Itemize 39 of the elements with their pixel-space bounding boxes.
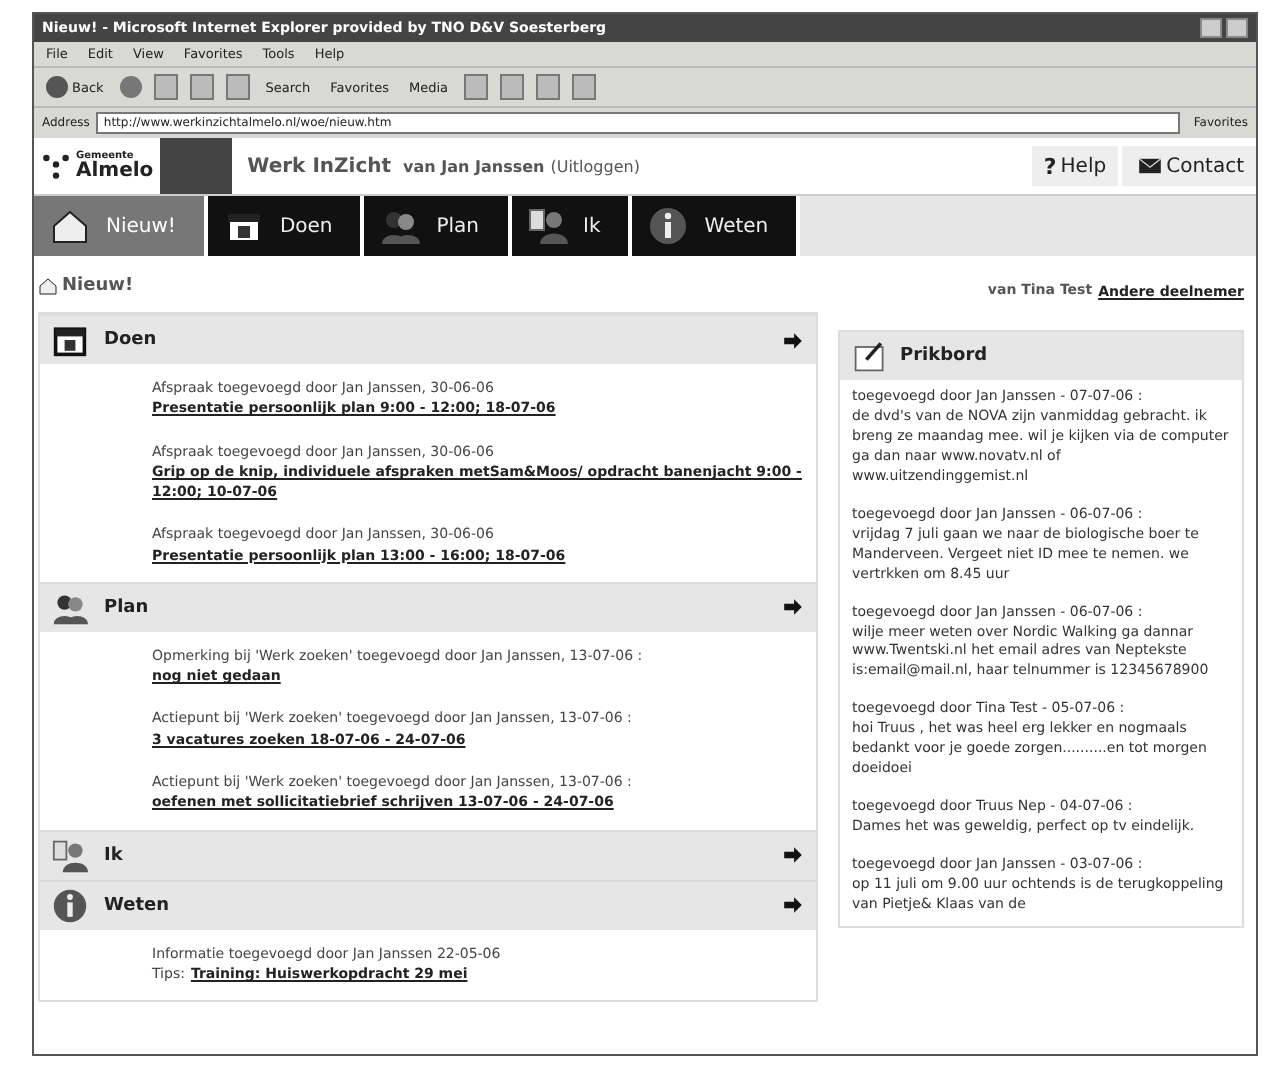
- house-icon: [38, 276, 58, 296]
- section-title: Doen: [104, 330, 157, 350]
- info-icon: [648, 206, 689, 246]
- nav-tab[interactable]: Plan: [364, 196, 512, 256]
- arrow-icon: [782, 596, 804, 619]
- contact-link[interactable]: Contact: [1122, 146, 1256, 186]
- section-header[interactable]: Plan: [40, 581, 816, 632]
- section-title: Ik: [104, 845, 123, 866]
- minimize-button[interactable]: [1200, 18, 1222, 38]
- logout-link[interactable]: (Uitloggen): [550, 157, 640, 175]
- nav-tab[interactable]: Ik: [511, 196, 633, 256]
- forward-button[interactable]: [119, 76, 142, 98]
- app-title: Werk InZicht: [247, 155, 392, 177]
- info-icon: [52, 887, 88, 924]
- nav-tab[interactable]: Doen: [207, 196, 365, 256]
- maximize-button[interactable]: [1226, 18, 1248, 38]
- nav-tab[interactable]: Nieuw!: [34, 196, 208, 256]
- people-icon: [52, 589, 88, 626]
- photo-placeholder: [159, 138, 232, 194]
- calendar-icon: [52, 322, 88, 358]
- section-title: Weten: [104, 895, 170, 916]
- nav-tab[interactable]: Weten: [632, 196, 801, 256]
- arrow-icon: [782, 894, 804, 917]
- page-heading: Nieuw!: [62, 276, 134, 296]
- envelope-icon: [1134, 154, 1167, 178]
- logo-text: Almelo: [76, 161, 154, 181]
- section-header[interactable]: Doen: [40, 314, 816, 364]
- prikbord-title: Prikbord: [900, 346, 988, 367]
- house-icon: [50, 206, 90, 246]
- section-title: Plan: [104, 597, 149, 618]
- user-name: van Jan Janssen: [403, 157, 545, 175]
- arrow-icon: [782, 329, 804, 351]
- arrow-icon: [782, 844, 804, 867]
- help-link[interactable]: ? Help: [1031, 146, 1119, 186]
- section-header[interactable]: Ik: [40, 829, 816, 880]
- section-header[interactable]: Weten: [40, 879, 816, 930]
- person-icon: [527, 206, 568, 246]
- person-icon: [52, 837, 88, 874]
- people-icon: [380, 206, 421, 246]
